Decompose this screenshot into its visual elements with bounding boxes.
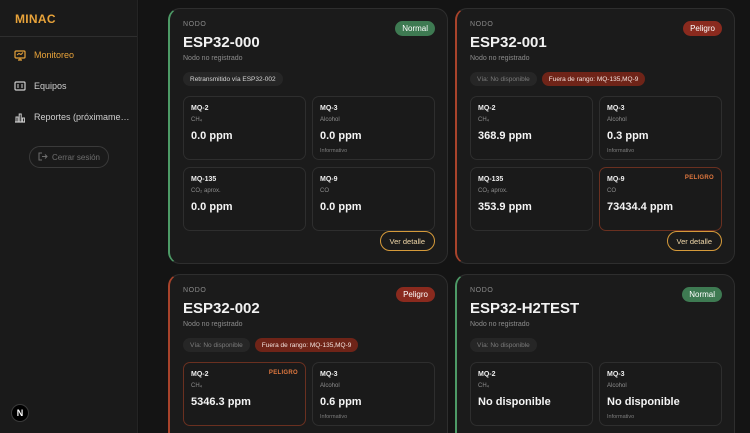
- sensor-value: 0.3 ppm: [607, 130, 649, 142]
- sensor-gas: CO: [320, 188, 329, 194]
- sensor-value: 0.0 ppm: [191, 201, 233, 213]
- sensor-note: Informativo: [320, 414, 348, 420]
- sensor-name: MQ-9: [320, 176, 338, 183]
- nav-label-reportes: Reportes (próximame…: [34, 112, 130, 122]
- sensor-tile-mq9: MQ-9 CO 73434.4 ppm PELIGRO: [599, 167, 722, 231]
- monitoring-main: NODO ESP32-000 Nodo no registrado Normal…: [139, 0, 750, 433]
- route-chip: Vía: No disponible: [470, 338, 537, 352]
- sensor-tile-mq135: MQ-135 CO₂ aprox. 353.9 ppm: [470, 167, 593, 231]
- node-card-esp32-002: NODO ESP32-002 Nodo no registrado Peligr…: [168, 274, 448, 433]
- sensor-name: MQ-3: [320, 105, 338, 112]
- sensor-gas: Alcohol: [320, 383, 340, 389]
- sensor-gas: CO₂ aprox.: [478, 188, 508, 194]
- node-title: ESP32-000: [183, 34, 260, 51]
- node-card-esp32-h2test: NODO ESP32-H2TEST Nodo no registrado Nor…: [455, 274, 735, 433]
- nav-item-monitoreo[interactable]: Monitoreo: [0, 45, 137, 65]
- sensor-name: MQ-2: [191, 105, 209, 112]
- node-label: NODO: [183, 21, 207, 28]
- danger-flag: PELIGRO: [268, 370, 298, 376]
- sensor-tile-mq2: MQ-2 CH₄ No disponible: [470, 362, 593, 426]
- chart-icon: [14, 111, 26, 123]
- sensor-name: MQ-135: [478, 176, 504, 183]
- sensor-gas: CH₄: [478, 117, 490, 123]
- equipment-icon: [14, 80, 26, 92]
- sensor-value: 0.0 ppm: [320, 130, 362, 142]
- sensor-name: MQ-9: [607, 176, 625, 183]
- node-subtitle: Nodo no registrado: [470, 55, 530, 62]
- sensor-tile-mq3: MQ-3 Alcohol 0.6 ppm Informativo: [312, 362, 435, 426]
- out-of-range-chip: Fuera de rango: MQ-135,MQ-9: [254, 338, 359, 352]
- sensor-tile-mq2: MQ-2 CH₄ 368.9 ppm: [470, 96, 593, 160]
- nav-label-monitoreo: Monitoreo: [34, 50, 75, 60]
- sidebar: MINAC Monitoreo Equipos Reportes (próxim…: [0, 0, 138, 433]
- sensor-gas: CH₄: [478, 383, 490, 389]
- sensor-note: Informativo: [607, 148, 635, 154]
- sensor-tile-mq135: MQ-135 CO₂ aprox. 0.0 ppm: [183, 167, 306, 231]
- status-badge: Normal: [682, 287, 722, 302]
- sensor-name: MQ-3: [607, 105, 625, 112]
- node-card-esp32-000: NODO ESP32-000 Nodo no registrado Normal…: [168, 8, 448, 264]
- sensor-value: 353.9 ppm: [478, 201, 532, 213]
- sensor-name: MQ-2: [191, 371, 209, 378]
- sensor-gas: Alcohol: [607, 383, 627, 389]
- sensor-value: 0.0 ppm: [191, 130, 233, 142]
- nav-label-equipos: Equipos: [34, 81, 67, 91]
- sensor-tile-mq3: MQ-3 Alcohol No disponible Informativo: [599, 362, 722, 426]
- node-label: NODO: [183, 287, 207, 294]
- sensor-tile-mq2: MQ-2 CH₄ 5346.3 ppm PELIGRO: [183, 362, 306, 426]
- danger-flag: PELIGRO: [684, 175, 714, 181]
- out-of-range-chip: Fuera de rango: MQ-135,MQ-9: [541, 72, 646, 86]
- brand-title: MINAC: [0, 0, 137, 37]
- sensor-value: No disponible: [478, 396, 551, 408]
- sensor-note: Informativo: [607, 414, 635, 420]
- sensor-value: 5346.3 ppm: [191, 396, 251, 408]
- node-card-esp32-001: NODO ESP32-001 Nodo no registrado Peligr…: [455, 8, 735, 264]
- node-label: NODO: [470, 287, 494, 294]
- node-title: ESP32-002: [183, 300, 260, 317]
- status-badge: Peligro: [683, 21, 722, 36]
- sensor-tile-mq3: MQ-3 Alcohol 0.0 ppm Informativo: [312, 96, 435, 160]
- sensor-tile-mq3: MQ-3 Alcohol 0.3 ppm Informativo: [599, 96, 722, 160]
- sensor-gas: CH₄: [191, 117, 203, 123]
- sensor-tile-mq2: MQ-2 CH₄ 0.0 ppm: [183, 96, 306, 160]
- nav-item-reportes[interactable]: Reportes (próximame…: [0, 107, 137, 127]
- sensor-value: 0.0 ppm: [320, 201, 362, 213]
- sensor-gas: CO: [607, 188, 616, 194]
- node-title: ESP32-001: [470, 34, 547, 51]
- logout-icon: [38, 152, 48, 163]
- sensor-name: MQ-2: [478, 105, 496, 112]
- logout-label: Cerrar sesión: [51, 152, 100, 162]
- sensor-value: No disponible: [607, 396, 680, 408]
- logout-button[interactable]: Cerrar sesión: [29, 146, 109, 168]
- sensor-note: Informativo: [320, 148, 348, 154]
- route-chip: Vía: No disponible: [470, 72, 537, 86]
- sensor-value: 0.6 ppm: [320, 396, 362, 408]
- node-subtitle: Nodo no registrado: [183, 55, 243, 62]
- sensor-gas: Alcohol: [320, 117, 340, 123]
- sensor-value: 73434.4 ppm: [607, 201, 674, 213]
- view-detail-button[interactable]: Ver detalle: [666, 231, 722, 251]
- app-logo-icon[interactable]: N: [11, 404, 29, 422]
- node-subtitle: Nodo no registrado: [470, 321, 530, 328]
- view-detail-button[interactable]: Ver detalle: [379, 231, 435, 251]
- sensor-gas: Alcohol: [607, 117, 627, 123]
- node-label: NODO: [470, 21, 494, 28]
- node-title: ESP32-H2TEST: [470, 300, 580, 317]
- sensor-gas: CO₂ aprox.: [191, 188, 221, 194]
- route-chip: Vía: No disponible: [183, 338, 250, 352]
- sensor-name: MQ-2: [478, 371, 496, 378]
- nav-item-equipos[interactable]: Equipos: [0, 76, 137, 96]
- sensor-name: MQ-135: [191, 176, 217, 183]
- sensor-value: 368.9 ppm: [478, 130, 532, 142]
- monitor-icon: [14, 49, 26, 61]
- sensor-name: MQ-3: [320, 371, 338, 378]
- sensor-gas: CH₄: [191, 383, 203, 389]
- status-badge: Peligro: [396, 287, 435, 302]
- sensor-name: MQ-3: [607, 371, 625, 378]
- node-subtitle: Nodo no registrado: [183, 321, 243, 328]
- sensor-tile-mq9: MQ-9 CO 0.0 ppm: [312, 167, 435, 231]
- route-chip: Retransmitido vía ESP32-002: [183, 72, 283, 86]
- status-badge: Normal: [395, 21, 435, 36]
